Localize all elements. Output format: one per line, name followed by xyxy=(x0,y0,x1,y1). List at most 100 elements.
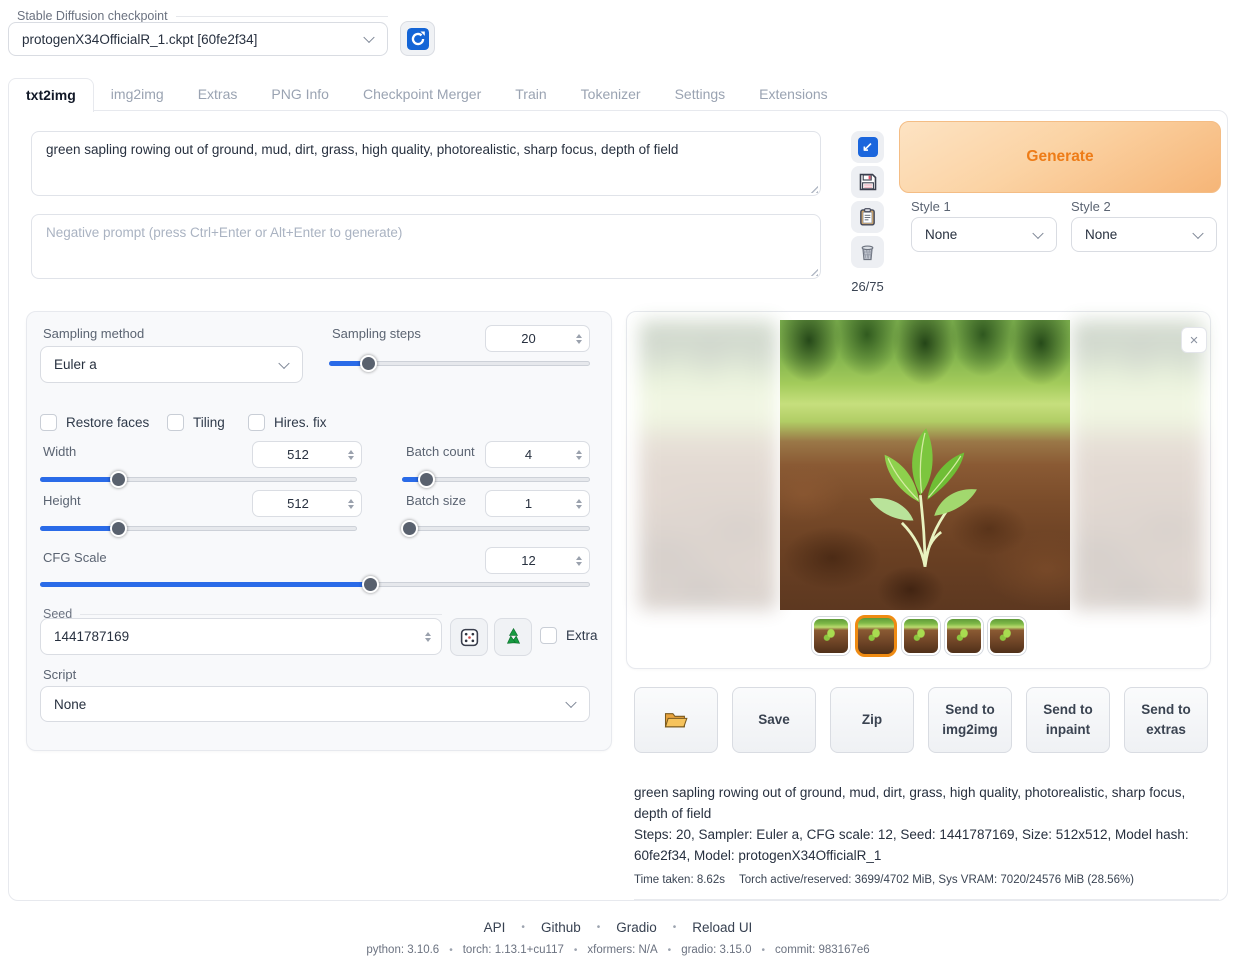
script-dropdown[interactable]: None xyxy=(40,686,590,722)
extra-seed-checkbox[interactable]: Extra xyxy=(540,627,598,644)
refresh-checkpoint-button[interactable] xyxy=(400,21,435,56)
gallery-thumbnail[interactable] xyxy=(902,617,940,655)
height-input[interactable] xyxy=(253,491,361,516)
send-to-inpaint-button[interactable]: Send to inpaint xyxy=(1026,687,1110,753)
close-icon: × xyxy=(1190,332,1199,349)
gallery-thumbnail[interactable] xyxy=(988,617,1026,655)
tab-png-info[interactable]: PNG Info xyxy=(254,78,346,111)
paste-generation-params-button[interactable]: ↙ xyxy=(851,131,884,163)
close-preview-button[interactable]: × xyxy=(1181,327,1207,353)
sampling-steps-slider[interactable] xyxy=(329,355,590,371)
stepper-arrows[interactable] xyxy=(348,491,354,516)
zip-button[interactable]: Zip xyxy=(830,687,914,753)
checkpoint-dropdown[interactable]: protogenX34OfficialR_1.ckpt [60fe2f34] xyxy=(8,22,388,56)
stepper-arrows[interactable] xyxy=(425,619,431,654)
chevron-down-icon xyxy=(1032,227,1043,238)
tab-settings[interactable]: Settings xyxy=(658,78,743,111)
batch-size-slider[interactable] xyxy=(402,520,590,536)
random-seed-button[interactable] xyxy=(450,618,488,656)
sapling-illustration xyxy=(855,419,995,569)
save-style-button[interactable] xyxy=(851,166,884,198)
chevron-down-icon xyxy=(565,697,576,708)
save-button[interactable]: Save xyxy=(732,687,816,753)
prompt-tools: ↙ xyxy=(851,131,891,294)
clipboard-icon xyxy=(858,207,877,227)
hires-fix-checkbox[interactable]: Hires. fix xyxy=(248,414,327,431)
gallery-thumbnail-strip xyxy=(627,615,1210,657)
api-link[interactable]: API xyxy=(484,920,506,935)
seed-field xyxy=(40,618,442,655)
generate-button[interactable]: Generate xyxy=(899,121,1221,193)
negative-prompt-input[interactable] xyxy=(31,214,821,279)
apply-style-button[interactable] xyxy=(851,201,884,233)
send-to-img2img-button[interactable]: Send to img2img xyxy=(928,687,1012,753)
slider-knob[interactable] xyxy=(362,576,379,593)
stepper-arrows[interactable] xyxy=(576,491,582,516)
restore-faces-checkbox[interactable]: Restore faces xyxy=(40,414,149,431)
tab-extensions[interactable]: Extensions xyxy=(742,78,844,111)
batch-size-input[interactable] xyxy=(486,491,589,516)
floppy-disk-icon xyxy=(858,172,878,192)
info-prompt-text: green sapling rowing out of ground, mud,… xyxy=(634,783,1219,825)
gallery-thumbnail[interactable] xyxy=(812,617,850,655)
stepper-arrows[interactable] xyxy=(576,548,582,573)
chevron-down-icon xyxy=(1192,227,1203,238)
slider-knob[interactable] xyxy=(110,471,127,488)
tab-img2img[interactable]: img2img xyxy=(94,78,181,111)
width-label: Width xyxy=(43,444,76,459)
tab-tokenizer[interactable]: Tokenizer xyxy=(564,78,658,111)
reload-ui-link[interactable]: Reload UI xyxy=(692,920,752,935)
sampling-steps-input[interactable] xyxy=(486,326,589,351)
width-input[interactable] xyxy=(253,442,361,467)
send-to-extras-button[interactable]: Send to extras xyxy=(1124,687,1208,753)
style2-label: Style 2 xyxy=(1071,199,1111,214)
tab-train[interactable]: Train xyxy=(498,78,563,111)
width-field xyxy=(252,441,362,468)
arrow-down-left-icon: ↙ xyxy=(858,137,878,157)
generated-image-preview[interactable] xyxy=(780,320,1070,610)
slider-knob[interactable] xyxy=(110,520,127,537)
height-slider[interactable] xyxy=(40,520,357,536)
style1-label: Style 1 xyxy=(911,199,951,214)
trash-icon xyxy=(858,242,877,262)
prompt-input[interactable]: green sapling rowing out of ground, mud,… xyxy=(31,131,821,196)
open-folder-button[interactable] xyxy=(634,687,718,753)
script-label: Script xyxy=(43,667,76,682)
slider-knob[interactable] xyxy=(360,355,377,372)
vram-text: Torch active/reserved: 3699/4702 MiB, Sy… xyxy=(739,872,1134,890)
tab-txt2img[interactable]: txt2img xyxy=(8,78,94,112)
generation-settings-card: Sampling method Euler a Sampling steps R… xyxy=(26,311,612,751)
stepper-arrows[interactable] xyxy=(576,442,582,467)
gallery-thumbnail-selected[interactable] xyxy=(855,615,897,657)
cfg-scale-slider[interactable] xyxy=(40,576,590,592)
cfg-scale-label: CFG Scale xyxy=(43,550,107,565)
time-taken-text: Time taken: 8.62s xyxy=(634,872,725,890)
gradio-link[interactable]: Gradio xyxy=(616,920,657,935)
tiling-checkbox[interactable]: Tiling xyxy=(167,414,225,431)
generation-info: green sapling rowing out of ground, mud,… xyxy=(634,783,1219,900)
stepper-arrows[interactable] xyxy=(576,326,582,351)
recycle-icon xyxy=(503,627,524,648)
batch-count-input[interactable] xyxy=(486,442,589,467)
cfg-scale-input[interactable] xyxy=(486,548,589,573)
stepper-arrows[interactable] xyxy=(348,442,354,467)
tab-extras[interactable]: Extras xyxy=(181,78,255,111)
batch-count-slider[interactable] xyxy=(402,471,590,487)
tab-checkpoint-merger[interactable]: Checkpoint Merger xyxy=(346,78,498,111)
slider-knob[interactable] xyxy=(401,520,418,537)
batch-count-field xyxy=(485,441,590,468)
chevron-down-icon xyxy=(278,357,289,368)
reuse-seed-button[interactable] xyxy=(494,618,532,656)
result-gallery-card: × xyxy=(626,311,1211,669)
clear-prompt-button[interactable] xyxy=(851,236,884,268)
seed-input[interactable] xyxy=(41,619,441,654)
gallery-thumbnail[interactable] xyxy=(945,617,983,655)
style2-dropdown[interactable]: None xyxy=(1071,217,1217,252)
gradio-version: gradio: 3.15.0 xyxy=(681,944,751,956)
width-slider[interactable] xyxy=(40,471,357,487)
sampling-method-dropdown[interactable]: Euler a xyxy=(40,346,303,383)
github-link[interactable]: Github xyxy=(541,920,581,935)
output-actions: Save Zip Send to img2img Send to inpaint… xyxy=(634,687,1221,753)
slider-knob[interactable] xyxy=(418,471,435,488)
style1-dropdown[interactable]: None xyxy=(911,217,1057,252)
